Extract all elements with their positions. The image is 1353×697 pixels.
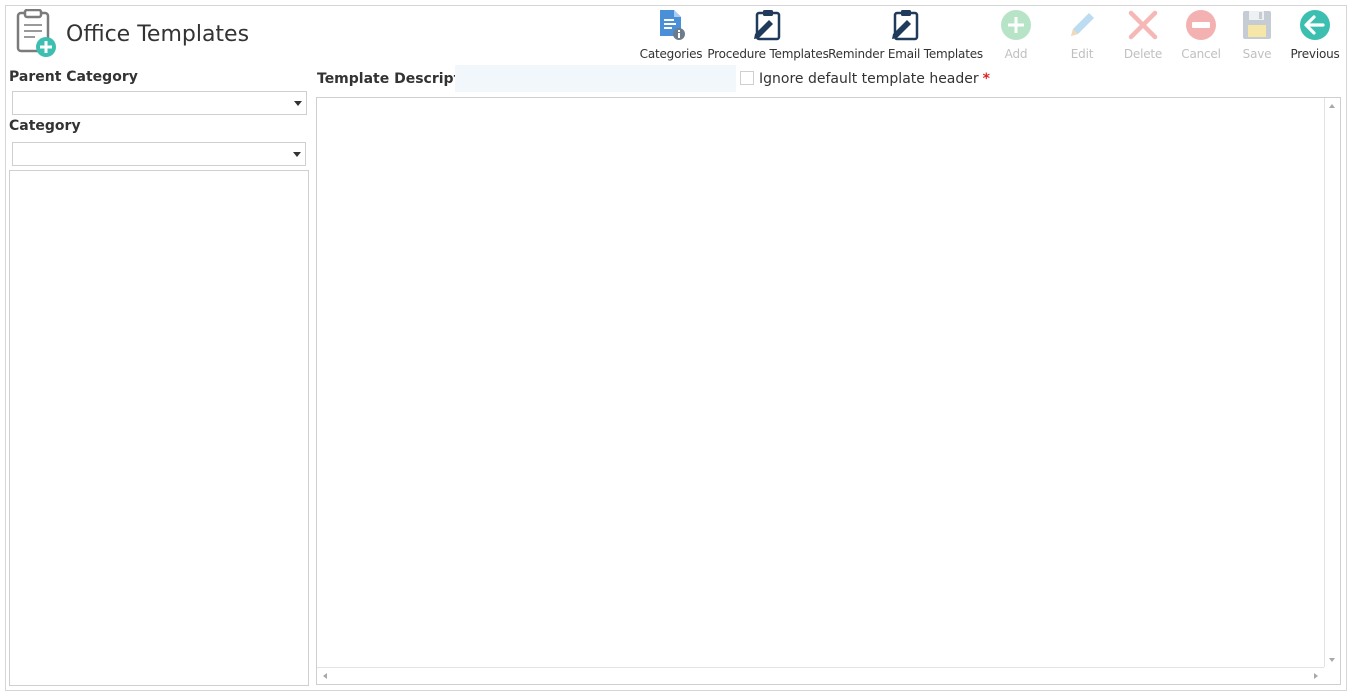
category-dropdown[interactable] — [12, 142, 306, 166]
clipboard-pen-icon — [751, 8, 785, 42]
add-button[interactable]: Add — [996, 8, 1036, 66]
scroll-right-arrow-icon[interactable] — [1314, 673, 1318, 679]
parent-category-label: Parent Category — [9, 69, 138, 85]
categories-button[interactable]: Categories — [640, 8, 703, 66]
edit-button[interactable]: Edit — [1062, 8, 1102, 66]
pencil-icon — [1065, 8, 1099, 42]
document-info-icon — [654, 8, 688, 42]
chevron-down-icon — [293, 152, 301, 157]
horizontal-scrollbar[interactable] — [317, 667, 1324, 684]
minus-circle-icon — [1184, 8, 1218, 42]
scroll-down-arrow-icon[interactable] — [1329, 658, 1335, 662]
ignore-header-text: Ignore default template header — [759, 71, 979, 87]
parent-category-dropdown[interactable] — [12, 91, 307, 115]
toolbar: Categories Procedure Templates Reminder … — [0, 8, 1353, 68]
delete-button[interactable]: Delete — [1121, 8, 1165, 66]
scroll-left-arrow-icon[interactable] — [323, 673, 327, 679]
floppy-disk-icon — [1240, 8, 1274, 42]
template-editor[interactable] — [316, 97, 1341, 685]
scrollbar-corner — [1324, 667, 1340, 684]
arrow-left-circle-icon — [1298, 8, 1332, 42]
required-marker: * — [982, 71, 990, 87]
template-list[interactable] — [9, 170, 309, 686]
ignore-header-label: Ignore default template header * — [759, 71, 990, 87]
cancel-button[interactable]: Cancel — [1180, 8, 1222, 66]
clipboard-pen-icon — [889, 8, 923, 42]
chevron-down-icon — [294, 101, 302, 106]
procedure-templates-button[interactable]: Procedure Templates — [707, 8, 829, 66]
plus-circle-icon — [999, 8, 1033, 42]
save-button[interactable]: Save — [1237, 8, 1277, 66]
x-icon — [1126, 8, 1160, 42]
vertical-scrollbar[interactable] — [1324, 98, 1340, 668]
ignore-header-checkbox[interactable] — [740, 71, 754, 85]
category-label: Category — [9, 118, 81, 134]
scroll-up-arrow-icon[interactable] — [1329, 104, 1335, 108]
reminder-email-templates-button[interactable]: Reminder Email Templates — [828, 8, 983, 66]
template-description-input[interactable] — [455, 65, 736, 92]
previous-button[interactable]: Previous — [1290, 8, 1340, 66]
